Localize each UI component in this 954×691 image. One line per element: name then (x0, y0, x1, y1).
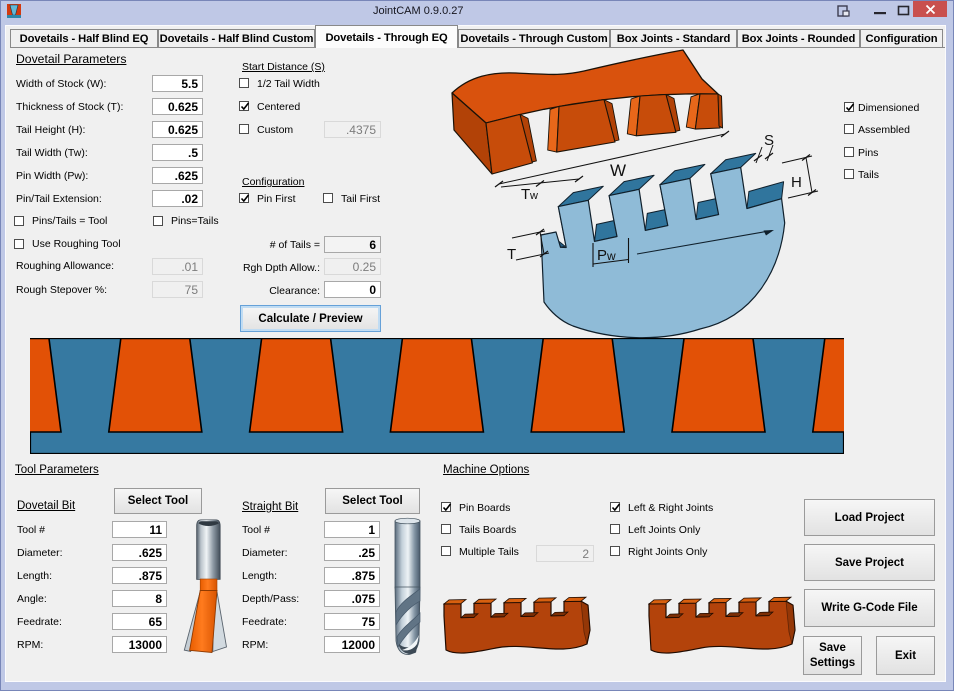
svg-text:w: w (606, 249, 616, 263)
svg-text:T: T (507, 246, 516, 263)
svg-text:H: H (791, 174, 802, 191)
svg-text:T: T (521, 186, 530, 203)
svg-text:W: W (610, 161, 626, 180)
svg-text:P: P (597, 247, 607, 264)
svg-text:w: w (529, 190, 538, 202)
